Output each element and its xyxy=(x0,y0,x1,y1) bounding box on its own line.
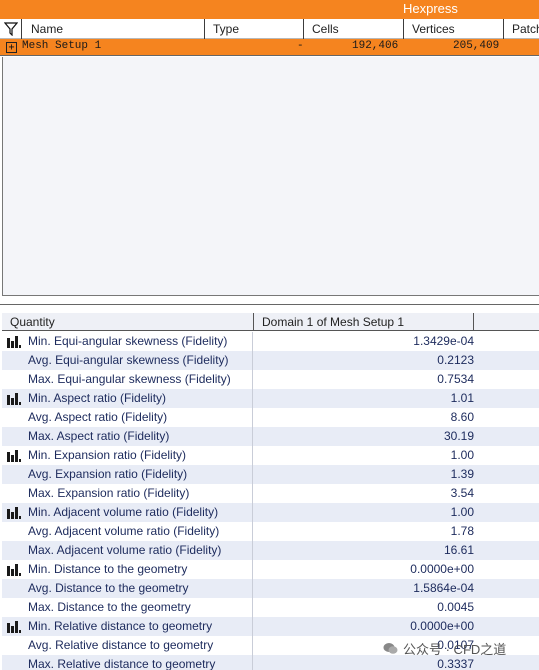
quantity-value: 0.2123 xyxy=(437,353,474,367)
column-type[interactable]: Type xyxy=(205,19,304,39)
histogram-icon[interactable] xyxy=(6,449,22,463)
table-row[interactable]: Avg. Distance to the geometry 1.5864e-04 xyxy=(2,579,539,598)
histogram-icon[interactable] xyxy=(6,335,22,349)
quantity-label: Max. Relative distance to geometry xyxy=(28,657,216,670)
quantity-label: Min. Adjacent volume ratio (Fidelity) xyxy=(28,505,219,519)
quantity-label: Max. Aspect ratio (Fidelity) xyxy=(28,429,170,443)
table-row[interactable]: Avg. Equi-angular skewness (Fidelity) 0.2… xyxy=(2,351,539,370)
quantity-label: Max. Expansion ratio (Fidelity) xyxy=(28,486,190,500)
mesh-type: - xyxy=(297,40,304,52)
column-divider xyxy=(252,332,253,670)
quantity-label: Min. Equi-angular skewness (Fidelity) xyxy=(28,334,228,348)
table-row[interactable]: Max. Aspect ratio (Fidelity) 30.19 xyxy=(2,427,539,446)
column-quantity[interactable]: Quantity xyxy=(2,313,254,331)
table-row[interactable]: Min. Relative distance to geometry 0.0000… xyxy=(2,617,539,636)
quantity-label: Min. Expansion ratio (Fidelity) xyxy=(28,448,187,462)
column-cells[interactable]: Cells xyxy=(304,19,404,39)
quantity-label: Min. Aspect ratio (Fidelity) xyxy=(28,391,167,405)
table-row[interactable]: Min. Equi-angular skewness (Fidelity) 1.3… xyxy=(2,332,539,351)
table-row[interactable]: Max. Distance to the geometry 0.0045 xyxy=(2,598,539,617)
mesh-vertices: 205,409 xyxy=(453,40,500,52)
mesh-table-empty-area xyxy=(2,57,539,296)
quantity-label: Avg. Aspect ratio (Fidelity) xyxy=(28,410,168,424)
quantity-value: 30.19 xyxy=(443,429,474,443)
panel-splitter[interactable] xyxy=(0,296,539,305)
table-row[interactable]: Min. Expansion ratio (Fidelity) 1.00 xyxy=(2,446,539,465)
watermark-text: 公众号 · CFD之道 xyxy=(403,641,507,657)
quantity-label: Max. Adjacent volume ratio (Fidelity) xyxy=(28,543,222,557)
quantity-value: 1.78 xyxy=(450,524,474,538)
quantity-value: 3.54 xyxy=(450,486,474,500)
quantity-value: 0.7534 xyxy=(437,372,474,386)
quantity-value: 1.00 xyxy=(450,448,474,462)
wechat-icon xyxy=(383,642,398,654)
quantity-value: 0.0000e+00 xyxy=(410,562,474,576)
column-domain[interactable]: Domain 1 of Mesh Setup 1 xyxy=(254,313,474,331)
table-row[interactable]: Max. Equi-angular skewness (Fidelity) 0.7… xyxy=(2,370,539,389)
histogram-icon[interactable] xyxy=(6,506,22,520)
histogram-icon[interactable] xyxy=(6,620,22,634)
quantity-value: 16.61 xyxy=(443,543,474,557)
mesh-name: Mesh Setup 1 xyxy=(22,40,102,52)
expand-icon[interactable]: + xyxy=(6,42,17,53)
quantity-label: Avg. Adjacent volume ratio (Fidelity) xyxy=(28,524,220,538)
quantity-label: Max. Equi-angular skewness (Fidelity) xyxy=(28,372,231,386)
quantity-label: Avg. Relative distance to geometry xyxy=(28,638,214,652)
quality-table-body: Max. Relative distance to geometry 0.3337… xyxy=(2,332,539,670)
quantity-label: Min. Relative distance to geometry xyxy=(28,619,213,633)
quantity-value: 8.60 xyxy=(450,410,474,424)
filter-icon xyxy=(3,22,18,36)
mesh-cells: 192,406 xyxy=(352,40,399,52)
column-patch[interactable]: Patch xyxy=(504,19,539,39)
quantity-value: 1.5864e-04 xyxy=(413,581,474,595)
table-row[interactable]: Avg. Expansion ratio (Fidelity) 1.39 xyxy=(2,465,539,484)
column-vertices[interactable]: Vertices xyxy=(404,19,504,39)
quantity-value: 1.3429e-04 xyxy=(413,334,474,348)
table-row[interactable]: Max. Adjacent volume ratio (Fidelity) 16.… xyxy=(2,541,539,560)
quantity-label: Min. Distance to the geometry xyxy=(28,562,188,576)
histogram-icon[interactable] xyxy=(6,563,22,577)
mesh-row[interactable]: + Mesh Setup 1 - 192,406 205,409 xyxy=(0,39,539,56)
table-row[interactable]: Min. Aspect ratio (Fidelity) 1.01 xyxy=(2,389,539,408)
quantity-value: 1.01 xyxy=(450,391,474,405)
table-row[interactable]: Avg. Aspect ratio (Fidelity) 8.60 xyxy=(2,408,539,427)
quantity-value: 1.00 xyxy=(450,505,474,519)
title-bar: Hexpress xyxy=(0,0,539,19)
quantity-value: 0.0045 xyxy=(437,600,474,614)
table-row[interactable]: Min. Distance to the geometry 0.0000e+00 xyxy=(2,560,539,579)
filter-button[interactable] xyxy=(0,19,22,39)
table-row[interactable]: Avg. Adjacent volume ratio (Fidelity) 1.7… xyxy=(2,522,539,541)
column-name[interactable]: Name xyxy=(23,19,205,39)
quantity-label: Avg. Distance to the geometry xyxy=(28,581,189,595)
quantity-label: Avg. Equi-angular skewness (Fidelity) xyxy=(28,353,229,367)
table-row[interactable]: Min. Adjacent volume ratio (Fidelity) 1.0… xyxy=(2,503,539,522)
histogram-icon[interactable] xyxy=(6,392,22,406)
quantity-label: Avg. Expansion ratio (Fidelity) xyxy=(28,467,188,481)
window-title: Hexpress xyxy=(403,1,458,16)
mesh-table-header: Name Type Cells Vertices Patch xyxy=(0,19,539,39)
quantity-value: 1.39 xyxy=(450,467,474,481)
quality-table-header: Quantity Domain 1 of Mesh Setup 1 xyxy=(2,313,539,331)
quantity-label: Max. Distance to the geometry xyxy=(28,600,191,614)
quantity-value: 0.0000e+00 xyxy=(410,619,474,633)
table-row[interactable]: Max. Expansion ratio (Fidelity) 3.54 xyxy=(2,484,539,503)
watermark: 公众号 · CFD之道 xyxy=(383,637,539,659)
